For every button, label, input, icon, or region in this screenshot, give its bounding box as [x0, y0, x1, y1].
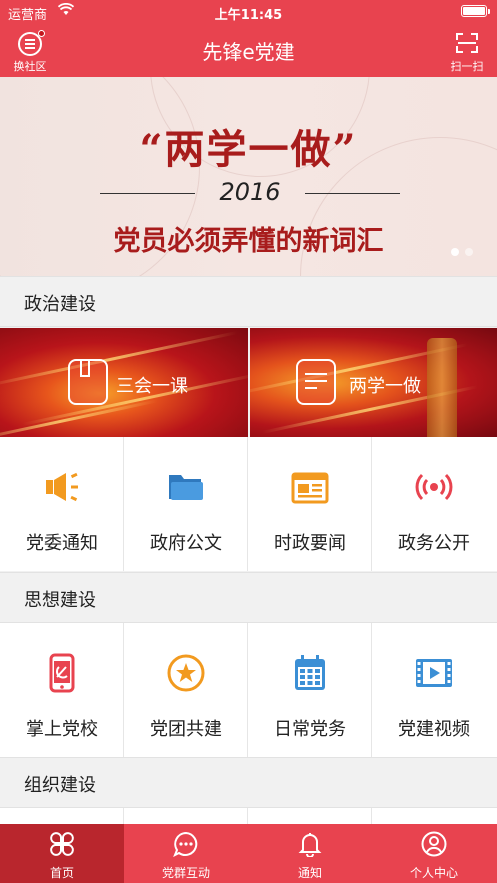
book-icon [68, 359, 108, 405]
status-time: 上午11:45 [214, 8, 283, 23]
grid-item-partial[interactable] [0, 808, 124, 824]
calendar-icon [290, 653, 330, 693]
grid-item-label: 党委通知 [26, 533, 98, 554]
grid-item-label: 掌上党校 [26, 719, 98, 740]
promo-banner[interactable]: “两学一做” 2016 党员必须弄懂的新词汇 [0, 77, 497, 276]
app-header: 运营商 上午11:45 换社区 先锋e党建 扫一扫 [0, 0, 497, 77]
banner-year-row: 2016 [100, 178, 400, 208]
newspaper-icon [290, 467, 330, 507]
tab-label: 个人中心 [409, 866, 458, 880]
grid-item-label: 时政要闻 [274, 533, 346, 554]
tab-interaction[interactable]: 党群互动 [124, 824, 248, 883]
tab-label: 通知 [297, 866, 322, 880]
scan-icon [456, 33, 478, 53]
section-header-organizational: 组织建设 [0, 757, 497, 808]
grid-item-partial[interactable] [372, 808, 496, 824]
broadcast-icon [414, 467, 454, 507]
banner-year: 2016 [219, 178, 281, 206]
banner-headline: “两学一做” [139, 126, 358, 173]
tile-three-meetings[interactable]: 三会一课 [0, 328, 248, 437]
grid-item-label: 政府公文 [150, 533, 222, 554]
tab-profile[interactable]: 个人中心 [372, 824, 496, 883]
grid-item-daily-affairs[interactable]: 日常党务 [248, 623, 372, 757]
grid-item-government-docs[interactable]: 政府公文 [124, 437, 248, 571]
section-header-ideological: 思想建设 [0, 572, 497, 623]
grid-item-label: 党团共建 [150, 719, 222, 740]
section-header-political: 政治建设 [0, 276, 497, 327]
video-icon [414, 653, 454, 693]
pager-dot[interactable] [465, 248, 473, 256]
chat-bubble-icon [173, 831, 199, 858]
tile-label: 三会一课 [116, 376, 188, 397]
grid-item-partial[interactable] [248, 808, 372, 824]
grid-item-partial[interactable] [124, 808, 248, 824]
tile-label: 两学一做 [349, 376, 421, 397]
bottom-tab-bar: 首页 党群互动 通知 个人中心 [0, 824, 497, 883]
tile-two-studies[interactable]: 两学一做 [250, 328, 497, 437]
grid-item-current-news[interactable]: 时政要闻 [248, 437, 372, 571]
tab-notifications[interactable]: 通知 [248, 824, 372, 883]
grid-item-label: 党建视频 [398, 719, 470, 740]
megaphone-icon [42, 467, 82, 507]
grid-item-party-league[interactable]: 党团共建 [124, 623, 248, 757]
battery-icon [461, 5, 490, 17]
page-title: 先锋e党建 [202, 40, 295, 64]
pager-dot[interactable] [451, 248, 459, 256]
organizational-grid [0, 808, 497, 824]
grid-item-party-school[interactable]: 掌上党校 [0, 623, 124, 757]
feature-tiles: 三会一课 两学一做 [0, 328, 497, 437]
grid-item-party-notice[interactable]: 党委通知 [0, 437, 124, 571]
grid-item-label: 日常党务 [274, 719, 346, 740]
grid-item-party-video[interactable]: 党建视频 [372, 623, 496, 757]
star-badge-icon [166, 653, 206, 693]
scan-button[interactable]: 扫一扫 [445, 30, 489, 74]
grid-item-public-affairs[interactable]: 政务公开 [372, 437, 496, 571]
tab-label: 首页 [49, 866, 74, 880]
person-icon [421, 831, 447, 857]
bell-icon [297, 831, 323, 858]
phone-party-icon [42, 653, 82, 693]
political-grid: 党委通知 政府公文 时政要闻 政务公开 [0, 437, 497, 571]
tab-home[interactable]: 首页 [0, 824, 124, 883]
grid-item-label: 政务公开 [398, 533, 470, 554]
ideological-grid: 掌上党校 党团共建 日常党务 党建视频 [0, 623, 497, 757]
banner-subline: 党员必须弄懂的新词汇 [113, 226, 384, 257]
grid-clover-icon [49, 831, 75, 857]
banner-pager[interactable] [445, 241, 473, 260]
tab-label: 党群互动 [161, 866, 210, 880]
folder-icon [166, 467, 206, 507]
document-edit-icon [296, 359, 336, 405]
status-bar: 运营商 上午11:45 [0, 0, 497, 24]
scan-label: 扫一扫 [450, 60, 484, 73]
